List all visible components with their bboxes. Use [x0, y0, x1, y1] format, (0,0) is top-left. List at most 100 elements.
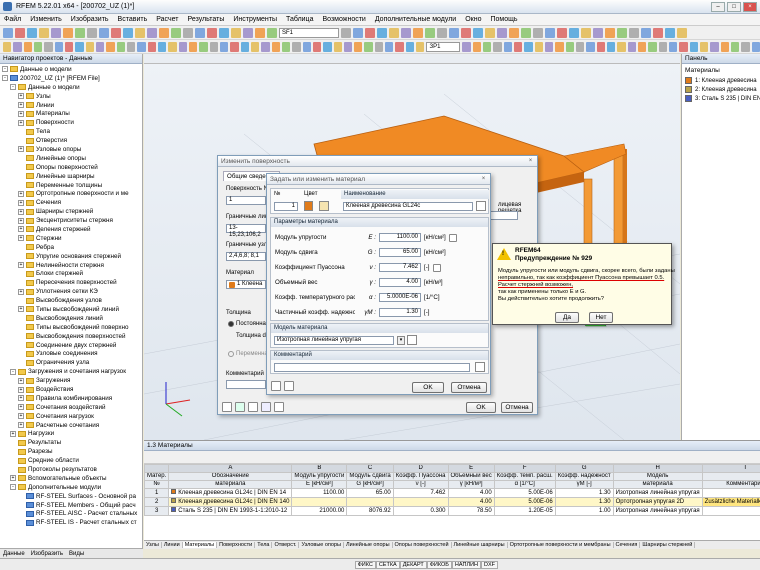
collapse-icon[interactable]: -: [10, 484, 16, 491]
help-icon[interactable]: [222, 402, 232, 412]
toolbar-button-icon[interactable]: [23, 41, 32, 52]
toolbar-button-icon[interactable]: [605, 27, 615, 38]
tree-item[interactable]: Линейные опоры: [0, 154, 142, 163]
expand-icon[interactable]: +: [18, 217, 24, 224]
toolbar-button-icon[interactable]: [3, 27, 13, 38]
toolbar-button-icon[interactable]: [75, 41, 84, 52]
table-cell[interactable]: 1.30: [554, 488, 614, 498]
expand-icon[interactable]: +: [18, 119, 24, 126]
table-cell[interactable]: 4.00: [447, 488, 495, 498]
material-name-field[interactable]: Клееная древесина GL24c: [343, 202, 473, 211]
table-cell[interactable]: 0.300: [392, 506, 449, 516]
toolbar-button-icon[interactable]: [677, 27, 687, 38]
toolbar-button-icon[interactable]: [503, 41, 513, 52]
toolbar-button-icon[interactable]: [292, 41, 301, 52]
toolbar-button-icon[interactable]: [15, 27, 25, 38]
tree-item[interactable]: + Нелинейности стержня: [0, 261, 142, 270]
boundary-lines-field[interactable]: 13-15,23,106,2: [226, 224, 266, 238]
toolbar-button-icon[interactable]: [638, 41, 647, 52]
toolbar-button-icon[interactable]: [123, 27, 133, 38]
status-toggle-4[interactable]: НАПЛИН: [451, 560, 481, 569]
toolbar-button-icon[interactable]: [437, 27, 447, 38]
table-tab-2[interactable]: Материалы: [182, 542, 218, 548]
toolbar-button-icon[interactable]: [243, 27, 253, 38]
toolbar-button-icon[interactable]: [472, 41, 482, 52]
chevron-down-icon[interactable]: ▾: [397, 336, 405, 345]
toolbar-button-icon[interactable]: [250, 41, 260, 52]
toolbar-button-icon[interactable]: [377, 27, 387, 38]
tree-item[interactable]: Блоки стержней: [0, 269, 142, 278]
table-cell[interactable]: Изотропная линейная упругая: [612, 488, 703, 498]
toolbar-button-icon[interactable]: [385, 41, 394, 52]
comment-field[interactable]: [226, 380, 266, 389]
toolbar-button-icon[interactable]: [135, 27, 145, 38]
toolbar-button-icon[interactable]: [99, 27, 109, 38]
table-cell[interactable]: 5.00E-06: [493, 497, 556, 507]
toolbar-button-icon[interactable]: [75, 27, 85, 38]
toolbar-button-icon[interactable]: [617, 41, 626, 52]
table-cell[interactable]: 5.00E-06: [493, 488, 556, 498]
toolbar-combo-2[interactable]: ЗР1: [426, 41, 461, 52]
info-icon[interactable]: [274, 402, 284, 412]
table-cell[interactable]: [346, 497, 394, 507]
toolbar-button-icon[interactable]: [271, 41, 280, 52]
toolbar-button-icon[interactable]: [230, 41, 239, 52]
boundary-nodes-field[interactable]: 2,4,6,8; 8,1: [226, 252, 266, 261]
toolbar-button-icon[interactable]: [33, 41, 43, 52]
toolbar-button-icon[interactable]: [483, 41, 492, 52]
table-cell[interactable]: 1.30: [554, 497, 614, 507]
tree-item[interactable]: Соединение двух стержней: [0, 341, 142, 350]
toolbar-button-icon[interactable]: [401, 27, 411, 38]
menu-item-8[interactable]: Возможности: [322, 16, 365, 23]
toolbar-button-icon[interactable]: [137, 41, 146, 52]
expand-icon[interactable]: +: [18, 235, 24, 242]
toolbar-button-icon[interactable]: [669, 41, 678, 52]
toolbar-button-icon[interactable]: [183, 27, 193, 38]
toolbar-button-icon[interactable]: [473, 27, 483, 38]
tree-item[interactable]: Узловые соединения: [0, 350, 142, 359]
toolbar-button-icon[interactable]: [658, 41, 667, 52]
toolbar-button-icon[interactable]: [569, 27, 579, 38]
toolbar-button-icon[interactable]: [462, 41, 471, 52]
tree-item[interactable]: - Данные о модели: [0, 83, 142, 92]
toolbar-button-icon[interactable]: [413, 27, 423, 38]
toolbar-button-icon[interactable]: [493, 41, 502, 52]
menu-item-11[interactable]: Помощь: [490, 16, 517, 23]
minimize-button[interactable]: –: [711, 2, 725, 12]
table-cell[interactable]: Ортотропная упругая 2D: [612, 497, 703, 507]
expand-icon[interactable]: +: [18, 386, 24, 393]
tree-item[interactable]: + Материалы: [0, 109, 142, 118]
param-value-field[interactable]: 5.0000E-06: [379, 293, 421, 302]
table-cell[interactable]: 65.00: [346, 488, 394, 498]
menu-item-5[interactable]: Результаты: [187, 16, 224, 23]
table-tab-6[interactable]: Узловые опоры: [299, 542, 344, 548]
toolbar-button-icon[interactable]: [741, 41, 750, 52]
table-tab-9[interactable]: Линейные шарниры: [452, 542, 508, 548]
table-cell[interactable]: 8076.92: [346, 506, 394, 516]
toolbar-button-icon[interactable]: [461, 27, 471, 38]
edit-param-icon[interactable]: [432, 263, 441, 272]
material-field[interactable]: 1 Клеена: [226, 280, 266, 289]
table-tab-12[interactable]: Шарниры стержней: [640, 542, 696, 548]
tree-item[interactable]: Упругие основания стержней: [0, 252, 142, 261]
toolbar-button-icon[interactable]: [576, 41, 585, 52]
tree-item[interactable]: Отверстия: [0, 136, 142, 145]
tree-item[interactable]: Опоры поверхностей: [0, 163, 142, 172]
toolbar-button-icon[interactable]: [343, 41, 353, 52]
toolbar-button-icon[interactable]: [126, 41, 136, 52]
toolbar-button-icon[interactable]: [449, 27, 459, 38]
table-cell[interactable]: 1: [143, 488, 170, 498]
toolbar-button-icon[interactable]: [219, 27, 229, 38]
expand-icon[interactable]: +: [18, 93, 24, 100]
toolbar-button-icon[interactable]: [720, 41, 729, 52]
toolbar-button-icon[interactable]: [231, 27, 241, 38]
nav-tab-1[interactable]: Изобразить: [31, 551, 63, 557]
table-cell[interactable]: 1100.00: [291, 488, 348, 498]
material-no-field[interactable]: 1: [274, 202, 298, 211]
toolbar-button-icon[interactable]: [333, 41, 342, 52]
tree-item[interactable]: - 200702_UZ (1)* [RFEM File]: [0, 74, 142, 83]
table-cell[interactable]: 1.00: [554, 506, 614, 516]
table-cell[interactable]: [291, 497, 348, 507]
thickness-constant-option[interactable]: Постоянная: [228, 321, 269, 327]
material-color-button[interactable]: [304, 201, 313, 211]
